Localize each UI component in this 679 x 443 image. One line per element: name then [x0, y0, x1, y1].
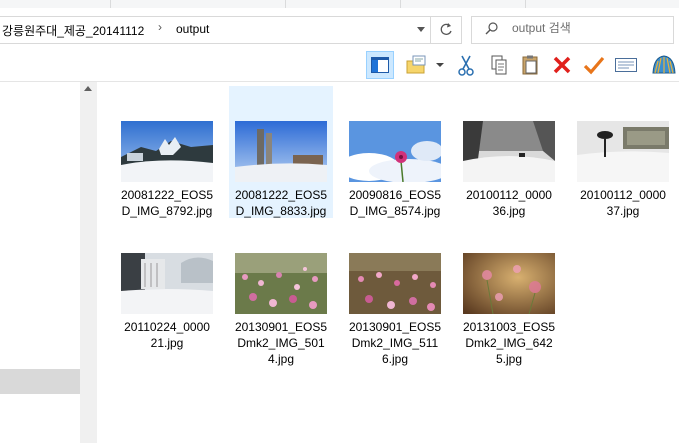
share-button[interactable]: [649, 51, 679, 79]
file-item-selected[interactable]: 20081222_EOS5 D_IMG_8833.jpg: [229, 86, 333, 218]
file-name-line: 20110224_0000: [124, 320, 210, 334]
chevron-down-icon: [436, 63, 444, 67]
refresh-button[interactable]: [430, 17, 461, 43]
file-name-line: 36.jpg: [492, 204, 526, 218]
shell-icon: [652, 55, 676, 74]
preview-pane-button[interactable]: [366, 51, 394, 79]
thumbnail: [463, 253, 555, 314]
file-name-line: D_IMG_8792.jpg: [121, 204, 213, 218]
toolbar: [0, 49, 679, 82]
file-name-line: 5.jpg: [495, 352, 523, 366]
file-item[interactable]: 20100112_0000 37.jpg: [571, 86, 675, 218]
search-icon: [485, 22, 498, 35]
address-history-dropdown[interactable]: [411, 17, 432, 43]
file-name: 20130901_EOS5 Dmk2_IMG_501 4.jpg: [229, 319, 333, 367]
file-name-line: 20081222_EOS5: [120, 188, 214, 202]
file-item[interactable]: 20130901_EOS5 Dmk2_IMG_501 4.jpg: [229, 218, 333, 366]
file-name: 20100112_0000 37.jpg: [571, 187, 675, 219]
thumbnail: [121, 253, 213, 314]
file-item[interactable]: 20110224_0000 21.jpg: [115, 218, 219, 350]
new-folder-icon: [406, 55, 426, 74]
file-name: 20081222_EOS5 D_IMG_8792.jpg: [115, 187, 219, 219]
file-name-line: Dmk2_IMG_511: [351, 336, 439, 350]
file-name-line: Dmk2_IMG_501: [237, 336, 325, 350]
file-name-line: 20081222_EOS5: [234, 188, 328, 202]
thumbnail: [235, 121, 327, 182]
thumbnail: [463, 121, 555, 182]
file-item[interactable]: 20130901_EOS5 Dmk2_IMG_511 6.jpg: [343, 218, 447, 366]
delete-button[interactable]: [548, 51, 576, 79]
thumbnail: [349, 253, 441, 314]
paste-button[interactable]: [516, 51, 544, 79]
ribbon-divider: [110, 0, 111, 8]
new-folder-button[interactable]: [404, 51, 428, 79]
delete-icon: [553, 56, 571, 74]
ribbon-divider: [525, 0, 526, 8]
file-item[interactable]: 20100112_0000 36.jpg: [457, 86, 561, 218]
file-list[interactable]: 20081222_EOS5 D_IMG_8792.jpg 20081222_EO…: [97, 82, 679, 443]
properties-icon: [615, 58, 637, 72]
file-name: 20110224_0000 21.jpg: [115, 319, 219, 351]
properties-button[interactable]: [612, 51, 640, 79]
thumbnail: [577, 121, 669, 182]
file-name-line: 20130901_EOS5: [234, 320, 328, 334]
paste-icon: [522, 55, 538, 75]
copy-button[interactable]: [485, 51, 513, 79]
file-name: 20081222_EOS5 D_IMG_8833.jpg: [229, 187, 333, 219]
ribbon-divider: [285, 0, 286, 8]
file-name-line: 20090816_EOS5: [348, 188, 442, 202]
nav-scrollbar[interactable]: [80, 82, 97, 443]
thumbnail: [235, 253, 327, 314]
cut-button[interactable]: [452, 51, 480, 79]
file-name-line: D_IMG_8574.jpg: [349, 204, 441, 218]
scissors-icon: [458, 55, 474, 76]
file-name-line: Dmk2_IMG_642: [465, 336, 553, 350]
file-name-line: 4.jpg: [267, 352, 295, 366]
search-box[interactable]: [471, 16, 674, 44]
address-row: 강릉원주대_제공_20141112 › output: [0, 8, 679, 49]
refresh-icon: [440, 23, 452, 35]
file-name-line: 20130901_EOS5: [348, 320, 442, 334]
nav-item-selected[interactable]: [0, 369, 80, 394]
thumbnail: [121, 121, 213, 182]
navigation-pane[interactable]: [0, 82, 80, 443]
file-name-line: 21.jpg: [150, 336, 184, 350]
file-name-line: 20100112_0000: [466, 188, 552, 202]
checkmark-icon: [583, 56, 605, 75]
address-bar[interactable]: 강릉원주대_제공_20141112 › output: [0, 16, 462, 44]
file-item[interactable]: 20090816_EOS5 D_IMG_8574.jpg: [343, 86, 447, 218]
breadcrumb-item-folder[interactable]: 강릉원주대_제공_20141112: [2, 22, 144, 39]
copy-icon: [491, 55, 507, 75]
file-item[interactable]: 20131003_EOS5 Dmk2_IMG_642 5.jpg: [457, 218, 561, 366]
search-input[interactable]: [512, 21, 662, 35]
file-name: 20130901_EOS5 Dmk2_IMG_511 6.jpg: [343, 319, 447, 367]
preview-pane-icon: [371, 57, 389, 73]
file-name-line: 6.jpg: [381, 352, 409, 366]
thumbnail: [349, 121, 441, 182]
file-name: 20090816_EOS5 D_IMG_8574.jpg: [343, 187, 447, 219]
breadcrumb-separator[interactable]: ›: [158, 20, 162, 34]
file-name-line: 20100112_0000: [580, 188, 666, 202]
ribbon-divider: [400, 0, 401, 8]
file-name-line: 37.jpg: [606, 204, 640, 218]
file-name: 20131003_EOS5 Dmk2_IMG_642 5.jpg: [457, 319, 561, 367]
file-name-line: D_IMG_8833.jpg: [235, 204, 327, 218]
new-folder-dropdown[interactable]: [432, 51, 448, 79]
file-name-line: 20131003_EOS5: [462, 320, 556, 334]
file-name: 20100112_0000 36.jpg: [457, 187, 561, 219]
breadcrumb-item-output[interactable]: output: [176, 22, 209, 36]
scroll-up-arrow-icon[interactable]: [84, 86, 92, 91]
file-item[interactable]: 20081222_EOS5 D_IMG_8792.jpg: [115, 86, 219, 218]
rename-button[interactable]: [580, 51, 608, 79]
